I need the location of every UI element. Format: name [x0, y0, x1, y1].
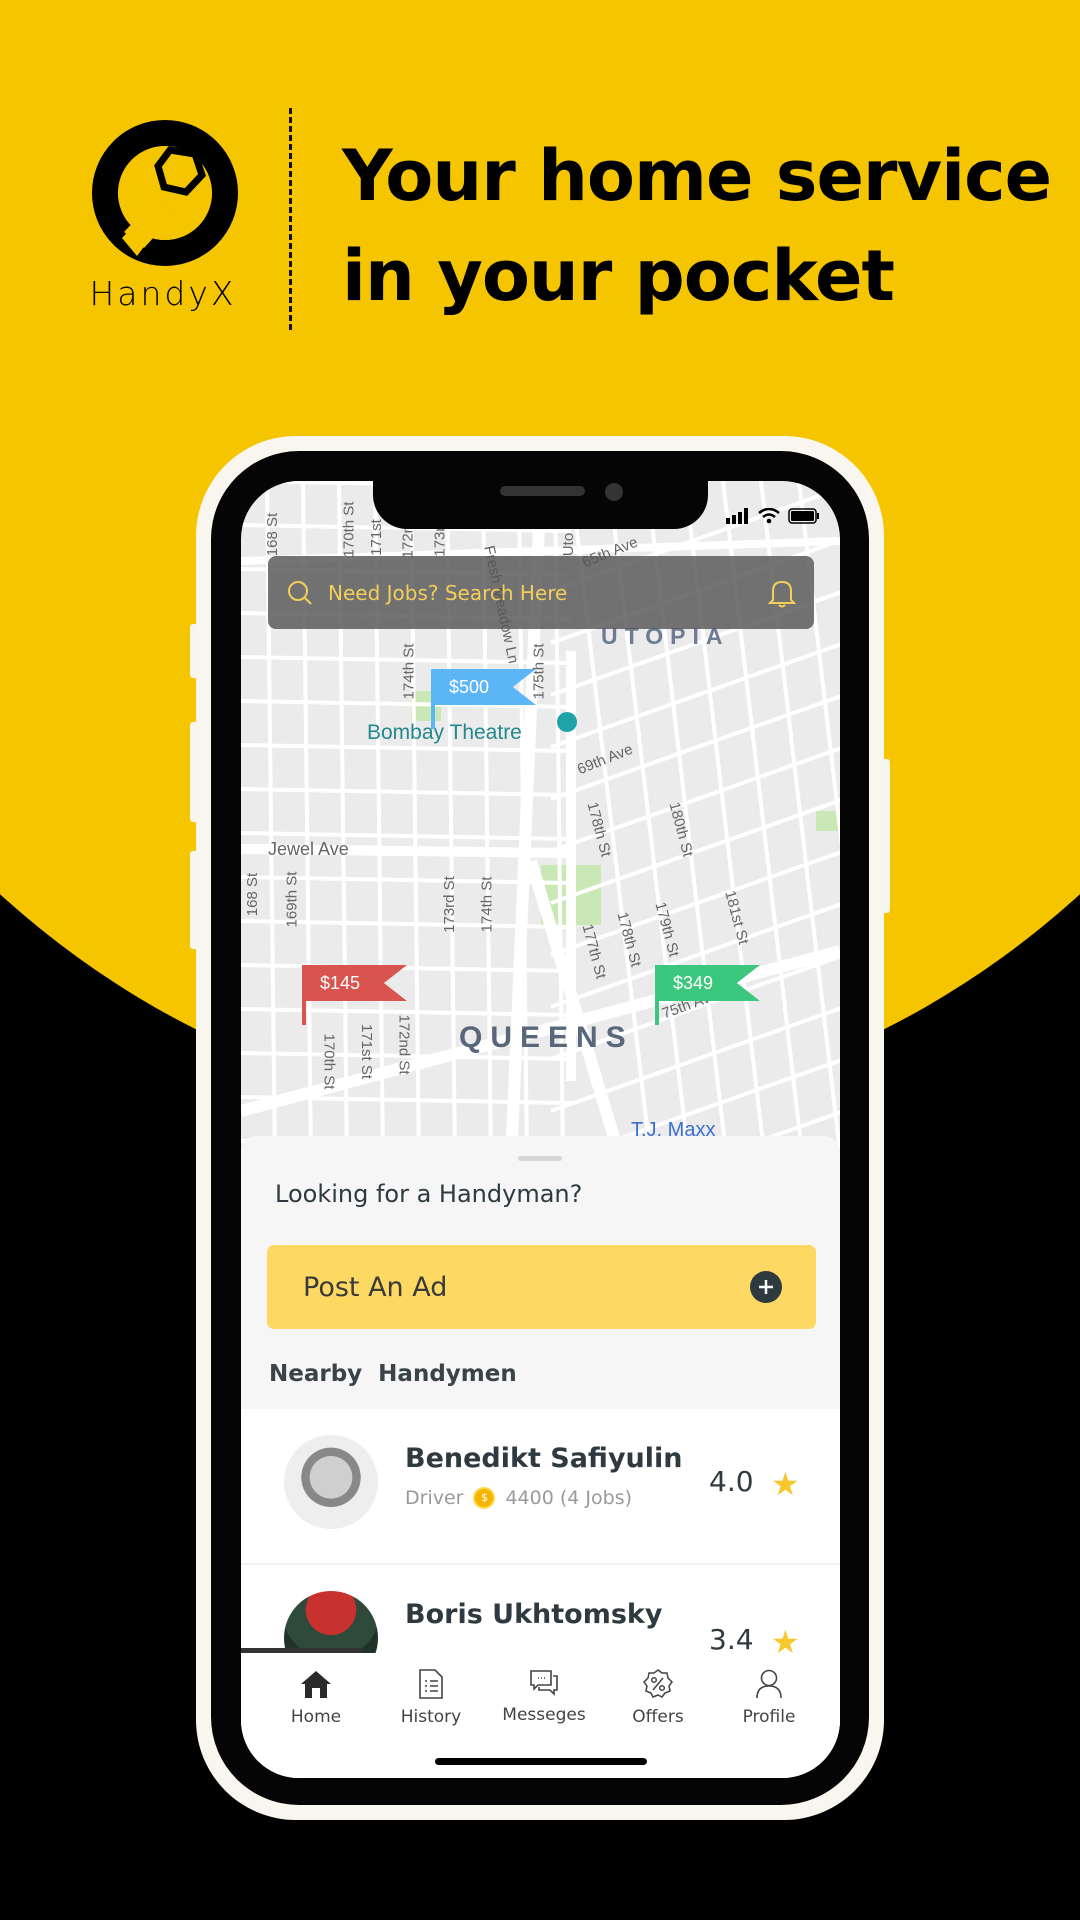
street-label: 170th St — [340, 501, 358, 558]
headline-line-2: in your pocket — [342, 235, 895, 317]
tab-label: Home — [290, 1707, 342, 1727]
tab-label: Offers — [632, 1707, 684, 1727]
handyman-coins: 4400 (4 Jobs) — [505, 1487, 633, 1509]
coin-icon: $ — [473, 1487, 496, 1509]
plus-circle-icon — [750, 1271, 782, 1303]
rating-value: 4.0 — [709, 1465, 754, 1498]
tab-label: History — [400, 1707, 462, 1727]
street-label: 174th St — [400, 643, 418, 700]
brand-name: HandyX — [89, 274, 237, 313]
search-icon — [288, 580, 312, 605]
handyx-logo — [92, 120, 238, 266]
area-label-queens: QUEENS — [459, 1021, 634, 1054]
home-icon — [301, 1671, 331, 1698]
post-ad-button[interactable]: Post An Ad — [267, 1245, 816, 1329]
handyman-details: Driver $ 4400 (4 Jobs) — [405, 1487, 632, 1509]
handyman-row[interactable]: Benedikt Safiyulin Driver $ 4400 (4 Jobs… — [241, 1409, 840, 1565]
job-price: $349 — [673, 973, 714, 993]
street-label: Jewel Ave — [268, 839, 349, 859]
divider — [289, 108, 292, 330]
signal-icon — [726, 508, 748, 524]
battery-icon — [788, 508, 819, 524]
handyman-role: Driver — [405, 1487, 464, 1509]
tab-label: Messeges — [502, 1705, 586, 1725]
street-label: 175th St — [530, 643, 548, 700]
street-label: 169th St — [283, 871, 301, 928]
messages-icon — [530, 1670, 558, 1696]
street-label: 168 St — [264, 512, 282, 557]
street-label: 171st St — [358, 1023, 376, 1080]
star-icon: ★ — [771, 1465, 800, 1503]
tab-history[interactable]: History — [376, 1669, 486, 1727]
post-ad-label: Post An Ad — [303, 1271, 448, 1303]
notch — [373, 481, 708, 529]
offers-icon — [643, 1669, 673, 1698]
handyman-name: Benedikt Safiyulin — [405, 1443, 683, 1474]
street-label: 168 St — [244, 872, 262, 917]
street-label: Uto — [560, 532, 578, 557]
headline: Your home service in your pocket — [342, 126, 1062, 326]
street-label: 171st — [367, 519, 385, 556]
job-flag-blue[interactable]: $500 — [431, 669, 536, 729]
headline-line-1: Your home service — [342, 135, 1052, 217]
job-flag-red[interactable]: $145 — [302, 965, 407, 1025]
profile-icon — [756, 1669, 782, 1699]
street-label: 174th St — [478, 876, 496, 933]
tab-profile[interactable]: Profile — [714, 1669, 824, 1727]
speaker — [500, 486, 585, 496]
street-label: 172nd St — [395, 1014, 413, 1075]
bell-icon[interactable] — [768, 578, 796, 608]
sheet-title: Looking for a Handyman? — [275, 1180, 583, 1208]
history-icon — [419, 1669, 443, 1699]
tab-offers[interactable]: Offers — [603, 1669, 713, 1727]
job-flag-green[interactable]: $349 — [655, 965, 760, 1025]
avatar — [284, 1435, 378, 1529]
street-label: 170th St — [320, 1033, 338, 1090]
street-label: 173rd St — [440, 876, 458, 933]
poi-label: Bombay Theatre — [367, 721, 522, 744]
wifi-icon — [758, 508, 780, 524]
job-price: $500 — [449, 677, 490, 697]
tab-label: Profile — [742, 1707, 796, 1727]
drag-handle[interactable] — [518, 1156, 562, 1161]
theatre-pin-icon[interactable] — [557, 712, 577, 732]
rating-value: 3.4 — [709, 1623, 754, 1656]
search-bar[interactable]: Need Jobs? Search Here — [268, 556, 814, 629]
handyman-name: Boris Ukhtomsky — [405, 1599, 663, 1630]
home-indicator — [435, 1758, 647, 1765]
nearby-handymen-heading: Nearby Handymen — [269, 1361, 517, 1387]
status-bar — [726, 508, 820, 524]
phone-screen: 168 St 170th St 171st 172nd 173rd 174th … — [241, 481, 840, 1778]
tab-messages[interactable]: Messeges — [489, 1669, 599, 1725]
camera — [605, 483, 623, 501]
search-input[interactable]: Need Jobs? Search Here — [328, 581, 768, 605]
tab-home[interactable]: Home — [261, 1669, 371, 1727]
job-price: $145 — [320, 973, 361, 993]
